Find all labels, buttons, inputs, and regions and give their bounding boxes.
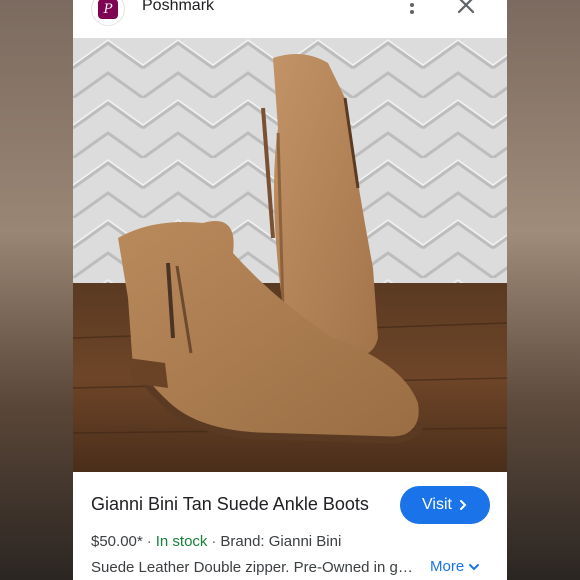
visit-button[interactable]: Visit (400, 486, 490, 524)
product-meta: $50.00* · In stock · Brand: Gianni Bini (91, 533, 341, 550)
close-icon[interactable] (455, 0, 477, 16)
price: $50.00* (91, 533, 143, 550)
brand-label: Brand: Gianni Bini (220, 533, 342, 550)
product-title[interactable]: Gianni Bini Tan Suede Ankle Boots (91, 494, 369, 515)
product-image[interactable] (73, 38, 507, 472)
blurred-background-left (0, 0, 73, 580)
more-vert-icon[interactable] (405, 0, 419, 20)
chevron-down-icon (469, 563, 480, 570)
blurred-background-right (507, 0, 580, 580)
more-label: More (430, 558, 465, 575)
separator-dot: · (146, 533, 152, 550)
stock-status: In stock (155, 533, 208, 550)
product-preview-card: P Poshmark Gianni Bini Tan Suede Ankle B… (73, 0, 507, 580)
chevron-right-icon (459, 500, 467, 510)
source-header: P Poshmark (73, 0, 507, 38)
separator-dot: · (211, 533, 217, 550)
site-name[interactable]: Poshmark (142, 0, 214, 15)
poshmark-logo-icon[interactable]: P (91, 0, 125, 26)
product-description: Suede Leather Double zipper. Pre-Owned i… (91, 559, 421, 576)
visit-label: Visit (422, 496, 452, 513)
more-button[interactable]: More (430, 558, 480, 575)
